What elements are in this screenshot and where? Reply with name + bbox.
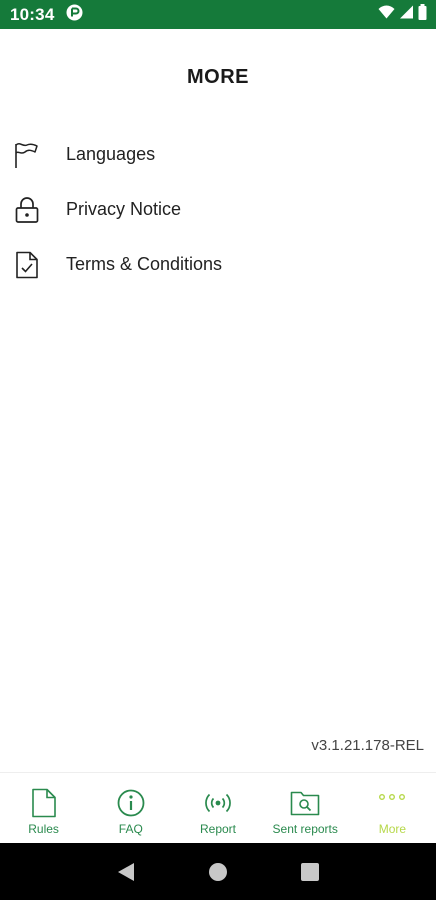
bottom-nav: Rules FAQ Report Sent reports More [0, 772, 436, 843]
status-time: 10:34 [10, 4, 55, 24]
document-check-icon [14, 251, 40, 279]
recents-icon[interactable] [295, 857, 325, 887]
nav-item-sent-reports[interactable]: Sent reports [262, 773, 349, 843]
cellular-signal-icon [399, 5, 414, 24]
nav-label: More [378, 822, 407, 836]
lock-icon [14, 196, 40, 224]
nav-label: Sent reports [272, 822, 338, 836]
nav-item-faq[interactable]: FAQ [87, 773, 174, 843]
folder-search-icon [290, 788, 320, 818]
wifi-icon [378, 5, 395, 24]
home-icon[interactable] [203, 857, 233, 887]
more-dots-icon [378, 788, 406, 818]
page-title: MORE [187, 66, 249, 88]
menu-item-languages[interactable]: Languages [0, 127, 436, 182]
nav-item-rules[interactable]: Rules [0, 773, 87, 843]
menu-item-terms-conditions[interactable]: Terms & Conditions [0, 237, 436, 292]
status-bar: 10:34 [0, 0, 436, 29]
system-nav-bar [0, 843, 436, 900]
menu-item-label: Privacy Notice [66, 199, 182, 219]
broadcast-icon [204, 788, 232, 818]
menu-item-label: Terms & Conditions [66, 254, 223, 274]
menu-item-privacy-notice[interactable]: Privacy Notice [0, 182, 436, 237]
app-notification-icon [66, 4, 83, 26]
battery-icon [418, 4, 427, 25]
nav-label: Report [199, 822, 237, 836]
menu-item-label: Languages [66, 144, 156, 164]
app-version: v3.1.21.178-REL [311, 737, 424, 754]
nav-label: Rules [28, 822, 59, 836]
back-icon[interactable] [111, 857, 141, 887]
nav-item-more[interactable]: More [349, 773, 436, 843]
nav-label: FAQ [118, 822, 143, 836]
flag-icon [14, 141, 40, 169]
info-icon [117, 788, 145, 818]
nav-item-report[interactable]: Report [174, 773, 261, 843]
menu-list: Languages Privacy Notice Terms & Conditi… [0, 127, 436, 292]
document-icon [31, 788, 57, 818]
